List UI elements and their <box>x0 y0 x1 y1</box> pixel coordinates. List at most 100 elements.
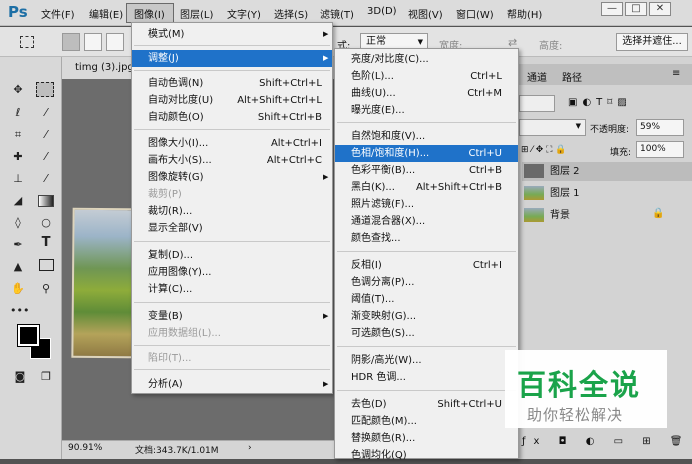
dodge-icon[interactable]: ○ <box>38 216 54 230</box>
adjust-item-threshold[interactable]: 阈值(T)... <box>335 291 518 308</box>
adjust-item-posterize[interactable]: 色调分离(P)... <box>335 274 518 291</box>
layer-filter-select[interactable] <box>519 95 555 112</box>
menu-edit[interactable]: 编辑(E) <box>89 6 123 21</box>
adjust-item-exposure[interactable]: 曝光度(E)... <box>335 102 518 119</box>
opacity-input[interactable]: 59% <box>636 119 684 136</box>
lock-icons[interactable]: ⊞ ⁄ ✥ ⛶ 🔒 <box>521 145 567 155</box>
adjust-item-equalize[interactable]: 色调均化(Q) <box>335 447 518 464</box>
menu-type[interactable]: 文字(Y) <box>227 6 261 21</box>
marquee-preset-icon[interactable] <box>20 36 34 48</box>
image-menu-item-adjust[interactable]: 调整(J) ▶ <box>132 50 332 67</box>
blend-mode-select[interactable]: ▼ <box>519 119 586 136</box>
history-brush-icon[interactable]: ⁄ <box>38 172 54 186</box>
menu-layer[interactable]: 图层(L) <box>180 6 213 21</box>
adjust-item-replace-color[interactable]: 替换颜色(R)... <box>335 430 518 447</box>
zoom-level[interactable]: 90.91% <box>68 443 102 453</box>
gradient-icon[interactable] <box>38 195 54 207</box>
image-menu-item-duplicate[interactable]: 复制(D)... <box>132 247 332 264</box>
new-selection-icon[interactable] <box>62 33 80 51</box>
marquee-tool-icon[interactable] <box>36 82 54 97</box>
hand-tool-icon[interactable]: ✋ <box>10 282 26 296</box>
subtract-selection-icon[interactable] <box>106 33 124 51</box>
image-menu-item-auto-color[interactable]: 自动颜色(O) Shift+Ctrl+B <box>132 109 332 126</box>
layer-filter-icons[interactable]: ▣◐T⌑▨ <box>568 97 632 108</box>
menu-image[interactable]: 图像(I) <box>134 6 165 21</box>
add-selection-icon[interactable] <box>84 33 102 51</box>
menu-file[interactable]: 文件(F) <box>41 6 75 21</box>
adjust-item-gradient-map[interactable]: 渐变映射(G)... <box>335 308 518 325</box>
menu-filter[interactable]: 滤镜(T) <box>320 6 354 21</box>
adjust-item-brightness-contrast[interactable]: 亮度/对比度(C)... <box>335 51 518 68</box>
pen-tool-icon[interactable]: ✒ <box>10 238 26 252</box>
layer-row[interactable]: 图层 2 <box>522 162 692 181</box>
type-tool-icon[interactable]: T <box>38 236 54 250</box>
menu-item-label: 变量(B) <box>148 311 183 322</box>
layer-row[interactable]: 背景 <box>522 206 692 225</box>
more-tools-icon[interactable]: ••• <box>10 304 29 318</box>
image-menu-item-calculations[interactable]: 计算(C)... <box>132 281 332 298</box>
adjust-item-invert[interactable]: 反相(I) Ctrl+I <box>335 257 518 274</box>
layer-row[interactable]: 图层 1 <box>522 184 692 203</box>
adjust-item-color-balance[interactable]: 色彩平衡(B)... Ctrl+B <box>335 162 518 179</box>
menu-3d[interactable]: 3D(D) <box>367 6 397 17</box>
image-menu-item-variables[interactable]: 变量(B) ▶ <box>132 308 332 325</box>
image-menu-item-trim[interactable]: 裁切(R)... <box>132 203 332 220</box>
move-tool-icon[interactable]: ✥ <box>10 83 26 97</box>
image-menu-item-auto-tone[interactable]: 自动色调(N) Shift+Ctrl+L <box>132 75 332 92</box>
image-menu-item-rotation[interactable]: 图像旋转(G) ▶ <box>132 169 332 186</box>
image-menu-item-analysis[interactable]: 分析(A) ▶ <box>132 376 332 393</box>
adjust-item-desaturate[interactable]: 去色(D) Shift+Ctrl+U <box>335 396 518 413</box>
tab-channels[interactable]: 通道 <box>527 69 547 84</box>
status-arrow-icon[interactable]: › <box>248 443 252 453</box>
adjust-item-selective-color[interactable]: 可选颜色(S)... <box>335 325 518 342</box>
adjust-item-hue-saturation[interactable]: 色相/饱和度(H)... Ctrl+U <box>335 145 518 162</box>
image-menu-item-trap[interactable]: 陷印(T)... <box>132 350 332 367</box>
tab-paths[interactable]: 路径 <box>562 69 582 84</box>
adjust-item-color-lookup[interactable]: 颜色查找... <box>335 230 518 247</box>
menu-select[interactable]: 选择(S) <box>274 6 308 21</box>
adjust-item-levels[interactable]: 色阶(L)... Ctrl+L <box>335 68 518 85</box>
close-button[interactable]: ✕ <box>649 2 671 16</box>
image-menu-item-image-size[interactable]: 图像大小(I)... Alt+Ctrl+I <box>132 135 332 152</box>
quick-mask-icon[interactable]: ◙ <box>12 370 28 384</box>
image-menu-item-reveal-all[interactable]: 显示全部(V) <box>132 220 332 237</box>
adjust-item-vibrance[interactable]: 自然饱和度(V)... <box>335 128 518 145</box>
maximize-button[interactable]: □ <box>625 2 647 16</box>
crop-tool-icon[interactable]: ⌗ <box>10 128 26 142</box>
eraser-icon[interactable]: ◢ <box>10 194 26 208</box>
stamp-tool-icon[interactable]: ⊥ <box>10 172 26 186</box>
zoom-tool-icon[interactable]: ⚲ <box>38 282 54 296</box>
menu-view[interactable]: 视图(V) <box>408 6 443 21</box>
document-tab-title[interactable]: timg (3).jpg <box>75 62 134 73</box>
brush-tool-icon[interactable]: ⁄ <box>38 150 54 164</box>
image-menu-item-canvas-size[interactable]: 画布大小(S)... Alt+Ctrl+C <box>132 152 332 169</box>
adjust-item-black-white[interactable]: 黑白(K)... Alt+Shift+Ctrl+B <box>335 179 518 196</box>
eyedropper-icon[interactable]: ⁄ <box>38 128 54 142</box>
minimize-button[interactable]: — <box>601 2 623 16</box>
foreground-color-swatch[interactable] <box>17 324 40 347</box>
adjust-item-hdr-toning[interactable]: HDR 色调... <box>335 369 518 386</box>
adjust-item-shadows-highlights[interactable]: 阴影/高光(W)... <box>335 352 518 369</box>
shape-tool-icon[interactable] <box>39 259 54 271</box>
image-menu-item-apply-image[interactable]: 应用图像(Y)... <box>132 264 332 281</box>
healing-brush-icon[interactable]: ✚ <box>10 150 26 164</box>
adjust-item-photo-filter[interactable]: 照片滤镜(F)... <box>335 196 518 213</box>
menu-window[interactable]: 窗口(W) <box>456 6 494 21</box>
adjust-item-curves[interactable]: 曲线(U)... Ctrl+M <box>335 85 518 102</box>
panel-menu-icon[interactable]: ≡ <box>672 68 680 79</box>
adjust-item-match-color[interactable]: 匹配颜色(M)... <box>335 413 518 430</box>
image-menu-item-mode[interactable]: 模式(M) ▶ <box>132 26 332 43</box>
magic-wand-icon[interactable]: ⁄ <box>38 106 54 120</box>
path-select-icon[interactable]: ▲ <box>10 260 26 274</box>
blur-icon[interactable]: ◊ <box>10 216 26 230</box>
screen-mode-icon[interactable]: ❐ <box>38 370 54 384</box>
select-and-mask-button[interactable]: 选择并遮住... <box>616 33 688 51</box>
layer-actions[interactable]: ƒx ◘ ◐ ▭ ⊞ 🗑 <box>522 436 691 447</box>
image-menu-item-apply-data-set[interactable]: 应用数据组(L)... <box>132 325 332 342</box>
menu-help[interactable]: 帮助(H) <box>507 6 542 21</box>
lasso-tool-icon[interactable]: ℓ <box>10 106 26 120</box>
fill-input[interactable]: 100% <box>636 141 684 158</box>
adjust-item-channel-mixer[interactable]: 通道混合器(X)... <box>335 213 518 230</box>
image-menu-item-auto-contrast[interactable]: 自动对比度(U) Alt+Shift+Ctrl+L <box>132 92 332 109</box>
image-menu-item-crop[interactable]: 裁剪(P) <box>132 186 332 203</box>
